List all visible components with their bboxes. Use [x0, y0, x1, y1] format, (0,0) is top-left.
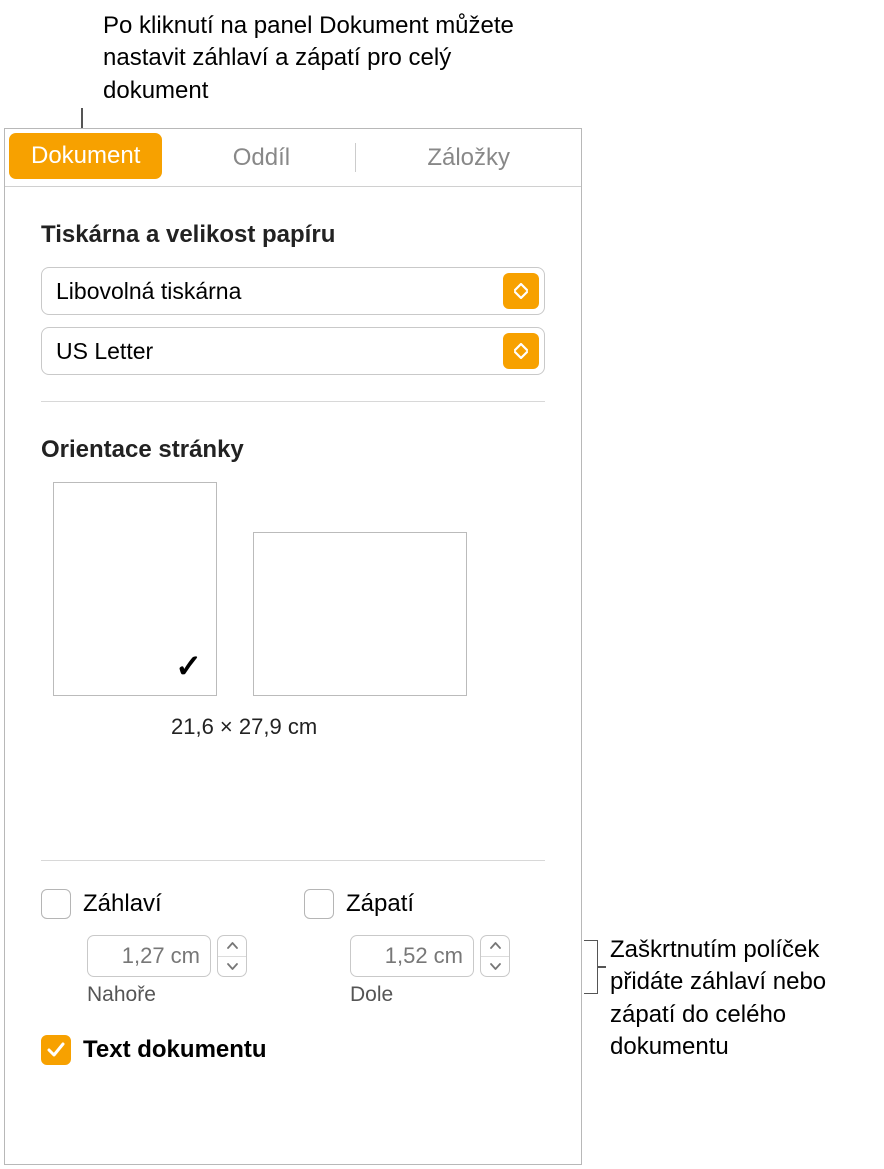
orientation-title: Orientace stránky	[41, 436, 545, 464]
orientation-portrait[interactable]: ✓	[53, 482, 217, 696]
chevron-up-icon	[218, 936, 246, 957]
tab-bookmarks[interactable]: Záložky	[356, 129, 581, 186]
orientation-options: ✓	[5, 482, 581, 696]
header-position-label: Nahoře	[87, 983, 282, 1007]
paper-size-popup-value: US Letter	[56, 338, 153, 365]
popup-chevrons-icon	[503, 333, 539, 369]
chevron-down-icon	[218, 957, 246, 977]
printer-popup[interactable]: Libovolná tiskárna	[41, 267, 545, 315]
footer-position-label: Dole	[350, 983, 545, 1007]
header-stepper-buttons[interactable]	[217, 935, 247, 977]
footer-column: Zápatí Dole	[304, 889, 545, 1007]
tab-document[interactable]: Dokument	[9, 133, 162, 179]
footer-checkbox[interactable]	[304, 889, 334, 919]
header-checkbox[interactable]	[41, 889, 71, 919]
footer-stepper-buttons[interactable]	[480, 935, 510, 977]
header-margin-input[interactable]	[87, 935, 211, 977]
chevron-down-icon	[481, 957, 509, 977]
popup-chevrons-icon	[503, 273, 539, 309]
header-margin-stepper	[87, 935, 282, 977]
callout-bracket-right	[584, 940, 598, 994]
footer-margin-input[interactable]	[350, 935, 474, 977]
divider	[41, 401, 545, 402]
body-text-row: Text dokumentu	[5, 1007, 581, 1065]
tab-section[interactable]: Oddíl	[166, 129, 356, 186]
checkmark-icon: ✓	[175, 647, 202, 685]
footer-margin-stepper	[350, 935, 545, 977]
printer-paper-title: Tiskárna a velikost papíru	[41, 221, 545, 249]
document-inspector-panel: Dokument Oddíl Záložky Tiskárna a veliko…	[4, 128, 582, 1165]
callout-top: Po kliknutí na panel Dokument můžete nas…	[103, 10, 563, 107]
body-text-checkbox[interactable]	[41, 1035, 71, 1065]
paper-dimensions: 21,6 × 27,9 cm	[5, 714, 581, 740]
header-column: Záhlaví Nahoře	[41, 889, 282, 1007]
footer-label: Zápatí	[346, 890, 414, 918]
callout-right: Zaškrtnutím políček přidáte záhlaví nebo…	[610, 934, 880, 1064]
header-footer-section: Záhlaví Nahoře Zápatí	[5, 861, 581, 1007]
paper-size-popup[interactable]: US Letter	[41, 327, 545, 375]
printer-popup-value: Libovolná tiskárna	[56, 278, 241, 305]
orientation-section: Orientace stránky	[5, 436, 581, 464]
orientation-landscape[interactable]	[253, 532, 467, 696]
callout-line-right	[598, 966, 606, 968]
printer-paper-section: Tiskárna a velikost papíru Libovolná tis…	[5, 221, 581, 375]
header-label: Záhlaví	[83, 890, 162, 918]
tab-bar: Dokument Oddíl Záložky	[5, 129, 581, 187]
chevron-up-icon	[481, 936, 509, 957]
body-text-label: Text dokumentu	[83, 1036, 267, 1064]
